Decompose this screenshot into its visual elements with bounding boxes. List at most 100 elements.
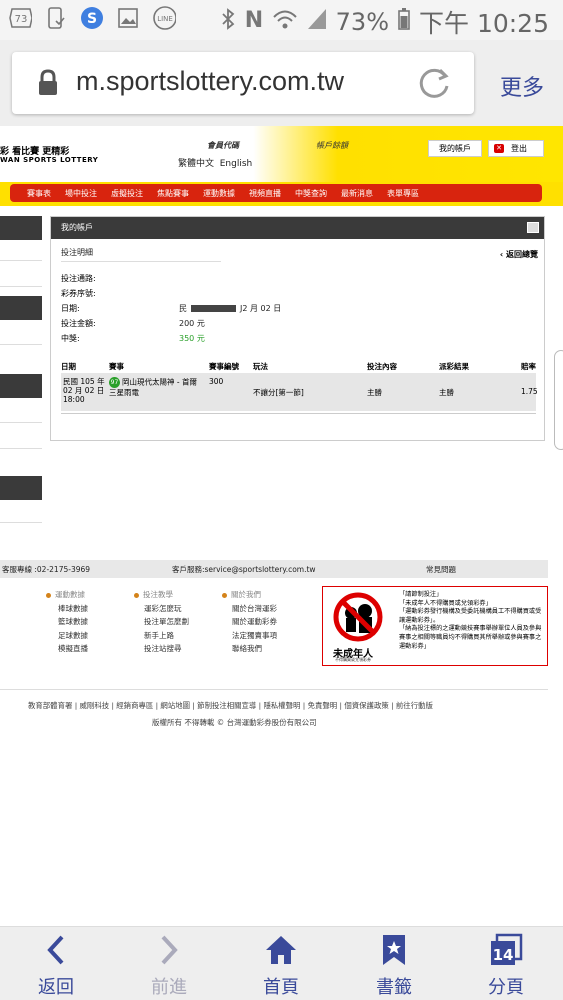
sidebar-section[interactable] [0,296,42,320]
footer-link[interactable]: 運彩怎麼玩 [134,602,189,616]
footer-col-head: 關於我們 [222,588,277,602]
phone-check-icon [44,6,68,30]
footer-link[interactable]: 籃球數據 [46,615,88,629]
faq-link[interactable]: 常見問題 [426,564,456,575]
row-play: 不讓分[第一節] [253,388,304,397]
prize-amount: 350 元 [179,334,205,343]
site-logo-en: WAN SPORTS LOTTERY [0,156,99,164]
warning-line: 「請節制投注」 [399,591,443,598]
forward-button[interactable]: 前進 [129,933,209,999]
line-app-icon: LINE [152,6,176,30]
bullet-icon [46,592,51,598]
footer-link[interactable]: 足球數據 [46,629,88,643]
sidebar-divider [0,286,42,287]
nav-item-news[interactable]: 最新消息 [334,188,380,199]
table-row: 民國 105 年 02 月 02 日 18:00 97 岡山現代太陽神 - 首爾 … [61,373,538,411]
bookmarks-label: 書籤 [376,977,412,998]
home-icon [266,936,296,964]
service-email[interactable]: 客戶服務:service@sportslottery.com.tw [172,564,316,575]
footer-link[interactable]: 法定獨賣事項 [222,629,277,643]
lang-en-link[interactable]: English [220,159,253,169]
forward-label: 前進 [151,977,187,998]
footer-link[interactable]: 新手上路 [134,629,189,643]
field-label: 彩券序號: [61,289,96,298]
nav-item-live-bet[interactable]: 場中投注 [58,188,104,199]
footer-head-label: 運動數據 [55,590,85,599]
sidebar-divider [0,344,42,345]
nav-item-virtual[interactable]: 虛擬投注 [104,188,150,199]
footer-links[interactable]: 教育部體育署 | 威剛科技 | 經銷商專區 | 網站地圖 | 節制投注相關宣導 … [28,700,433,711]
chevron-right-icon [161,935,178,965]
lock-icon [39,69,57,95]
footer-link[interactable]: 關於運動彩券 [222,615,277,629]
tabs-button[interactable]: 14 分頁 [466,933,546,999]
sidebar-divider [0,448,42,449]
date-rest: J2 月 02 日 [240,304,282,313]
row-content: 主勝 [367,388,382,397]
nav-item-data[interactable]: 運動數據 [196,188,242,199]
chevron-left-icon [47,935,64,965]
back-button[interactable]: 返回 [16,933,96,999]
col-header-play: 玩法 [253,362,268,371]
home-button[interactable]: 首頁 [241,933,321,999]
reload-icon[interactable] [414,64,454,104]
row-date: 民國 105 年 02 月 02 日 18:00 [63,377,105,404]
web-page: 彩 看比賽 更精彩 WAN SPORTS LOTTERY 會員代碼 帳戶餘額 繁… [0,126,563,1000]
footer-link[interactable]: 投注站搜尋 [134,642,189,656]
redacted-block [191,305,236,312]
footer-col-about: 關於我們 關於台灣運彩 關於運動彩券 法定獨賣事項 聯絡我們 [222,588,277,656]
sidebar-section[interactable] [0,374,42,398]
nav-item-live-video[interactable]: 視頻直播 [242,188,288,199]
footer-link[interactable]: 投注單怎麼劃 [134,615,189,629]
address-bar[interactable]: m.sportslottery.com.tw [12,52,474,114]
print-icon[interactable] [527,222,539,233]
my-account-button[interactable]: 我的帳戶 [428,140,482,157]
scroll-handle[interactable] [554,350,563,450]
back-to-overview-link[interactable]: ‹ 返回總覽 [500,249,538,260]
bookmarks-button[interactable]: 書籤 [354,933,434,999]
svg-text:LINE: LINE [157,15,173,23]
more-button[interactable]: 更多 [500,70,544,102]
date-value: 民 J2 月 02 日 [179,303,281,314]
battery-icon [397,7,411,37]
col-header-content: 投注內容 [367,362,397,371]
nfc-icon: N [244,7,264,37]
nav-item-focus[interactable]: 焦點賽事 [150,188,196,199]
col-header-odds: 賠率 [521,362,536,371]
nav-item-schedule[interactable]: 賽事表 [20,188,58,199]
bluetooth-icon [220,7,236,37]
field-label: 日期: [61,304,80,313]
warning-line: 「納為投注標的之運動競技賽事舉辦單位人員及參與賽事之相關等職員均不得購買其所舉辦… [399,625,542,650]
language-switch: 繁體中文 English [178,156,252,169]
row-match-home: 岡山現代太陽神 - 首爾 [122,377,197,387]
no-minors-icon [333,592,383,642]
nav-item-prize-check[interactable]: 中獎查詢 [288,188,334,199]
site-header: 彩 看比賽 更精彩 WAN SPORTS LOTTERY 會員代碼 帳戶餘額 繁… [0,126,563,184]
bookmark-icon [383,935,405,965]
lang-zh-link[interactable]: 繁體中文 [178,159,214,169]
logout-button[interactable]: ✕ 登出 [488,140,544,157]
back-label: 返回 [38,977,74,998]
sidebar-header [0,216,42,240]
footer-link[interactable]: 模擬直播 [46,642,88,656]
svg-text:73: 73 [15,14,28,25]
home-label: 首頁 [263,977,299,998]
row-match-no: 300 [209,377,224,386]
footer-col-tutorial: 投注教學 運彩怎麼玩 投注單怎麼劃 新手上路 投注站搜尋 [134,588,189,656]
footer-head-label: 投注教學 [143,590,173,599]
sidebar-section[interactable] [0,476,42,500]
url-text[interactable]: m.sportslottery.com.tw [76,66,344,97]
footer-link[interactable]: 關於台灣運彩 [222,602,277,616]
browser-toolbar: m.sportslottery.com.tw 更多 [0,40,563,126]
copyright: 版權所有 不得轉載 © 台灣運動彩券股份有限公司 [152,718,317,727]
footer-link[interactable]: 棒球數據 [46,602,88,616]
wifi-icon [272,7,298,37]
field-label: 中獎: [61,334,80,343]
tabs-icon: 14 [491,933,523,965]
nav-item-forms[interactable]: 表單專區 [380,188,426,199]
clock: 下午 10:25 [419,9,549,38]
sidebar-divider [0,422,42,423]
footer-link[interactable]: 聯絡我們 [222,642,277,656]
member-code-label: 會員代碼 [207,141,239,150]
logout-label: 登出 [511,144,527,153]
